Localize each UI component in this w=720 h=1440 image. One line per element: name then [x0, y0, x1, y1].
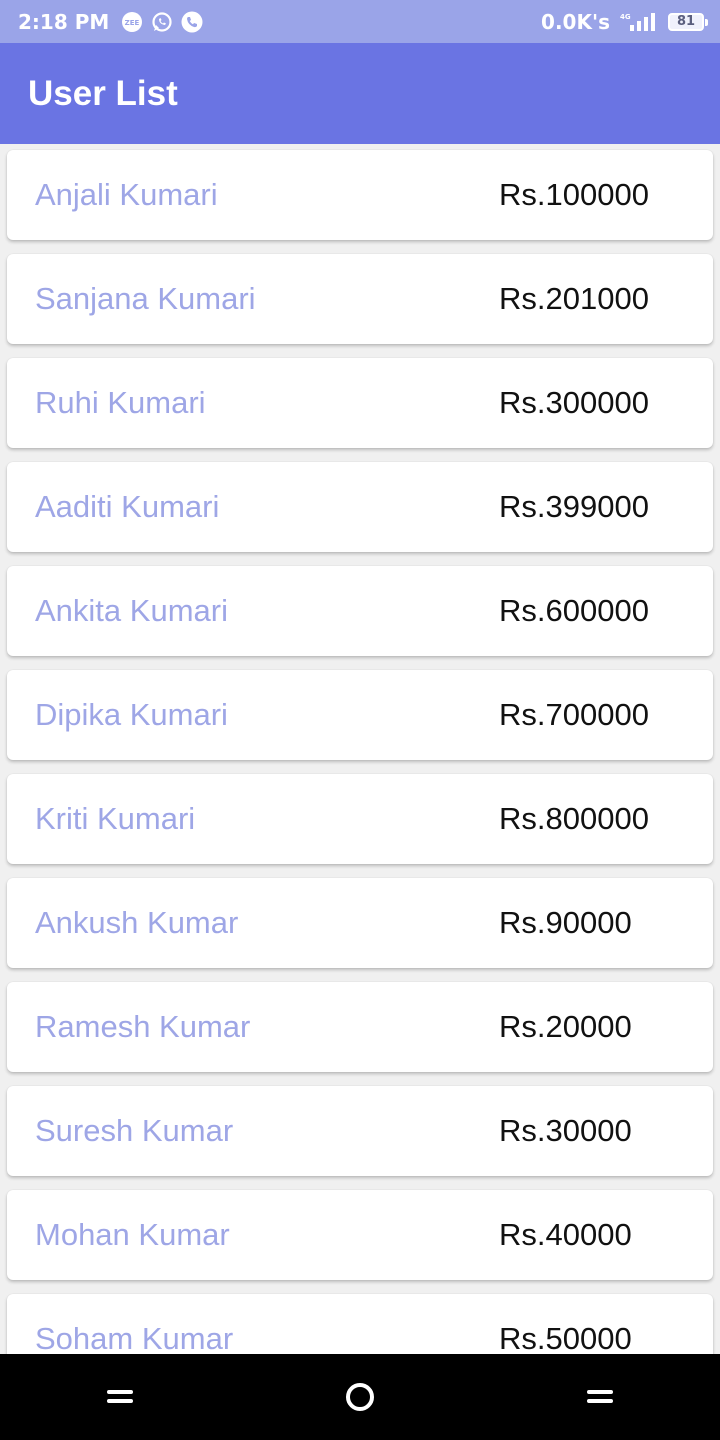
- user-amount: Rs.40000: [499, 1217, 632, 1252]
- user-card[interactable]: Anjali Kumari Rs.100000: [7, 150, 713, 240]
- user-card[interactable]: Ankita Kumari Rs.600000: [7, 566, 713, 656]
- user-name: Soham Kumar: [35, 1321, 234, 1354]
- phone-icon: [181, 11, 203, 33]
- user-name: Suresh Kumar: [35, 1113, 234, 1148]
- user-card[interactable]: Suresh Kumar Rs.30000: [7, 1086, 713, 1176]
- user-amount: Rs.600000: [499, 593, 649, 628]
- app-bar: User List: [0, 43, 720, 144]
- user-list[interactable]: Anjali Kumari Rs.100000 Sanjana Kumari R…: [0, 144, 720, 1354]
- user-card[interactable]: Ramesh Kumar Rs.20000: [7, 982, 713, 1072]
- status-time: 2:18 PM: [18, 9, 110, 34]
- user-amount: Rs.100000: [499, 177, 649, 212]
- battery-level: 81: [676, 14, 696, 29]
- user-card[interactable]: Mohan Kumar Rs.40000: [7, 1190, 713, 1280]
- user-amount: Rs.20000: [499, 1009, 632, 1044]
- signal-icon: 4G: [620, 12, 656, 32]
- user-amount: Rs.700000: [499, 697, 649, 732]
- network-type-label: 4G: [620, 13, 631, 21]
- user-amount: Rs.300000: [499, 385, 649, 420]
- user-card[interactable]: Soham Kumar Rs.50000: [7, 1294, 713, 1354]
- user-name: Ankita Kumari: [35, 593, 228, 628]
- user-amount: Rs.201000: [499, 281, 649, 316]
- status-right: 0.0K's 4G 81: [541, 9, 708, 34]
- home-icon[interactable]: [330, 1367, 390, 1427]
- user-amount: Rs.800000: [499, 801, 649, 836]
- user-card[interactable]: Sanjana Kumari Rs.201000: [7, 254, 713, 344]
- user-name: Ankush Kumar: [35, 905, 239, 940]
- status-bar: 2:18 PM ZEE 0.0K's 4G 81: [0, 0, 720, 43]
- user-name: Anjali Kumari: [35, 177, 218, 212]
- menu-icon[interactable]: [90, 1367, 150, 1427]
- user-name: Ramesh Kumar: [35, 1009, 251, 1044]
- user-name: Mohan Kumar: [35, 1217, 230, 1252]
- back-icon[interactable]: [570, 1367, 630, 1427]
- net-speed: 0.0K's: [541, 9, 610, 34]
- user-card[interactable]: Aaditi Kumari Rs.399000: [7, 462, 713, 552]
- user-name: Kriti Kumari: [35, 801, 196, 836]
- user-name: Aaditi Kumari: [35, 489, 220, 524]
- user-amount: Rs.30000: [499, 1113, 632, 1148]
- user-amount: Rs.90000: [499, 905, 632, 940]
- user-amount: Rs.50000: [499, 1321, 632, 1354]
- status-left: 2:18 PM ZEE: [18, 10, 211, 34]
- whatsapp-icon: [151, 11, 173, 33]
- svg-text:ZEE: ZEE: [125, 19, 140, 27]
- user-name: Sanjana Kumari: [35, 281, 256, 316]
- navigation-bar: [0, 1354, 720, 1440]
- page-title: User List: [28, 73, 178, 113]
- user-card[interactable]: Ruhi Kumari Rs.300000: [7, 358, 713, 448]
- user-name: Ruhi Kumari: [35, 385, 206, 420]
- zee5-icon: ZEE: [121, 11, 143, 33]
- user-card[interactable]: Dipika Kumari Rs.700000: [7, 670, 713, 760]
- user-name: Dipika Kumari: [35, 697, 228, 732]
- battery-icon: 81: [668, 12, 708, 31]
- user-card[interactable]: Kriti Kumari Rs.800000: [7, 774, 713, 864]
- user-amount: Rs.399000: [499, 489, 649, 524]
- user-card[interactable]: Ankush Kumar Rs.90000: [7, 878, 713, 968]
